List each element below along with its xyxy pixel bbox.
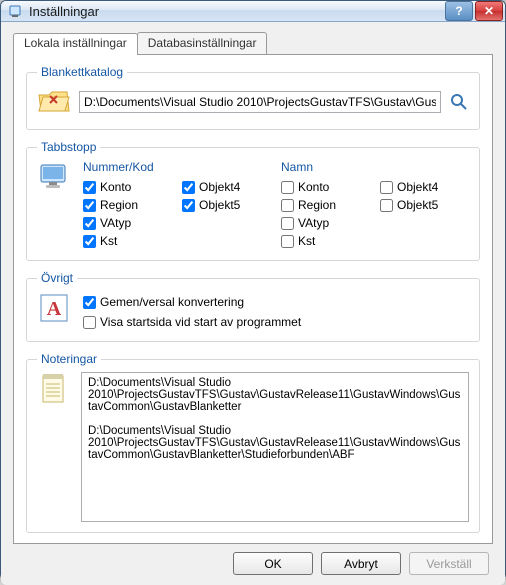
tabbstopp-nummer-checkbox-objekt4[interactable] (182, 181, 195, 194)
tabbstopp-namn-row: Objekt5 (380, 196, 469, 214)
browse-icon[interactable] (449, 92, 469, 112)
close-button[interactable]: ✕ (475, 1, 503, 21)
tabbstopp-nummer-row: Region (83, 196, 172, 214)
tab-content: Blankettkatalog (13, 54, 493, 544)
tabbstopp-namn-checkbox-region[interactable] (281, 199, 294, 212)
client-area: Lokala inställningar Databasinställninga… (1, 22, 505, 585)
tabbstopp-namn-label: Objekt5 (397, 198, 438, 212)
tabbstopp-namn-row: VAtyp (281, 214, 370, 232)
button-bar: OK Avbryt Verkställ (13, 544, 493, 577)
tabbstopp-nummer-checkbox-konto[interactable] (83, 181, 96, 194)
tabbstopp-namn-checkbox-objekt5[interactable] (380, 199, 393, 212)
noteringar-textarea[interactable] (81, 372, 469, 522)
tabbstopp-namn-label: Kst (298, 234, 315, 248)
tabbstopp-namn-checkbox-konto[interactable] (281, 181, 294, 194)
tabbstopp-namn-row: Kst (281, 232, 370, 250)
monitor-icon (37, 160, 71, 194)
legend-blankettkatalog: Blankettkatalog (37, 65, 127, 79)
tabbstopp-nummer-checkbox-region[interactable] (83, 199, 96, 212)
help-button[interactable]: ? (445, 1, 473, 21)
ovrigt-row: Visa startsida vid start av programmet (83, 313, 301, 331)
tabbstopp-nummer-label: Region (100, 198, 138, 212)
tab-database[interactable]: Databasinställningar (137, 32, 268, 54)
notepad-icon (37, 372, 71, 406)
tabstrip: Lokala inställningar Databasinställninga… (13, 32, 493, 54)
ovrigt-checkbox-gemen/versal konvertering[interactable] (83, 296, 96, 309)
tabbstopp-nummer-checkbox-objekt5[interactable] (182, 199, 195, 212)
window-title: Inställningar (29, 4, 445, 19)
ovrigt-row: Gemen/versal konvertering (83, 293, 301, 311)
tabbstopp-nummer-checkbox-vatyp[interactable] (83, 217, 96, 230)
legend-noteringar: Noteringar (37, 352, 101, 366)
group-tabbstopp: Tabbstopp (26, 140, 480, 261)
tabbstopp-namn-checkbox-objekt4[interactable] (380, 181, 393, 194)
folder-icon (37, 85, 71, 119)
tabbstopp-namn-checkbox-kst[interactable] (281, 235, 294, 248)
apply-button[interactable]: Verkställ (409, 552, 489, 575)
legend-ovrigt: Övrigt (37, 271, 77, 285)
ovrigt-label: Visa startsida vid start av programmet (100, 315, 301, 329)
tabbstopp-nummer-row: Kst (83, 232, 172, 250)
tabbstopp-nummer-row: Objekt5 (182, 196, 271, 214)
svg-text:A: A (47, 298, 62, 320)
tab-local[interactable]: Lokala inställningar (13, 33, 138, 55)
tabbstopp-nummer-row: VAtyp (83, 214, 172, 232)
tabbstopp-namn-checkbox-vatyp[interactable] (281, 217, 294, 230)
tabbstopp-namn-label: Objekt4 (397, 180, 438, 194)
tabbstopp-namn-row: Konto (281, 178, 370, 196)
tabbstopp-namn-label: VAtyp (298, 216, 329, 230)
tabbstopp-nummer-label: VAtyp (100, 216, 131, 230)
tabbstopp-nummer-label: Kst (100, 234, 117, 248)
header-nummerkod: Nummer/Kod (83, 160, 172, 174)
header-namn: Namn (281, 160, 370, 174)
tabbstopp-namn-label: Konto (298, 180, 329, 194)
group-noteringar: Noteringar (26, 352, 480, 533)
cancel-button[interactable]: Avbryt (321, 552, 401, 575)
tabbstopp-nummer-row: Konto (83, 178, 172, 196)
blankettkatalog-input[interactable] (79, 91, 441, 113)
app-icon (7, 3, 23, 19)
tabbstopp-nummer-label: Objekt5 (199, 198, 240, 212)
tabbstopp-namn-label: Region (298, 198, 336, 212)
tabbstopp-nummer-label: Konto (100, 180, 131, 194)
legend-tabbstopp: Tabbstopp (37, 140, 100, 154)
tabbstopp-nummer-checkbox-kst[interactable] (83, 235, 96, 248)
settings-window: Inställningar ? ✕ Lokala inställningar D… (0, 0, 506, 580)
group-blankettkatalog: Blankettkatalog (26, 65, 480, 130)
ovrigt-checkbox-visa startsida vid start av programmet[interactable] (83, 316, 96, 329)
font-icon: A (37, 291, 71, 325)
tabbstopp-namn-row: Objekt4 (380, 178, 469, 196)
ok-button[interactable]: OK (233, 552, 313, 575)
group-ovrigt: Övrigt A Gemen/versal konvertering Visa s… (26, 271, 480, 342)
tabbstopp-nummer-label: Objekt4 (199, 180, 240, 194)
tabbstopp-namn-row: Region (281, 196, 370, 214)
ovrigt-label: Gemen/versal konvertering (100, 295, 244, 309)
titlebar: Inställningar ? ✕ (1, 1, 505, 22)
tabbstopp-nummer-row: Objekt4 (182, 178, 271, 196)
